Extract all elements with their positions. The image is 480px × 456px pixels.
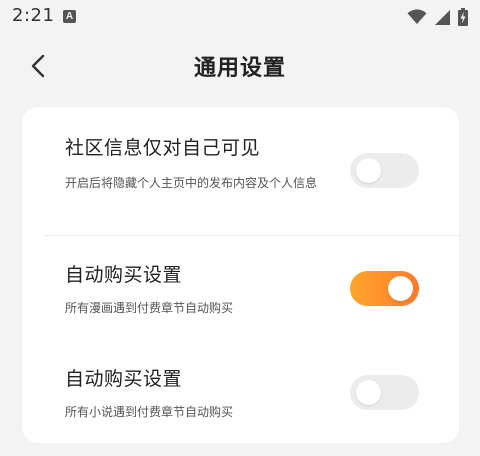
community-privacy-toggle[interactable]	[350, 153, 419, 188]
system-icons	[407, 7, 468, 27]
setting-title: 自动购买设置	[65, 264, 183, 286]
setting-description: 开启后将隐藏个人主页中的发布内容及个人信息	[65, 176, 318, 190]
status-bar: 2:21 A	[0, 0, 480, 34]
setting-auto-buy-comics: 自动购买设置 所有漫画遇到付费章节自动购买	[22, 236, 459, 340]
setting-title: 社区信息仅对自己可见	[65, 137, 261, 159]
toggle-knob	[356, 158, 381, 183]
battery-charging-icon	[458, 8, 468, 26]
setting-community-privacy: 社区信息仅对自己可见 开启后将隐藏个人主页中的发布内容及个人信息	[22, 107, 459, 235]
toggle-knob	[388, 276, 413, 301]
toggle-knob	[356, 380, 381, 405]
auto-buy-novels-toggle[interactable]	[350, 375, 419, 410]
setting-description: 所有小说遇到付费章节自动购买	[65, 405, 234, 419]
wifi-icon	[407, 9, 427, 24]
settings-card: 社区信息仅对自己可见 开启后将隐藏个人主页中的发布内容及个人信息 自动购买设置 …	[22, 107, 459, 443]
status-time: 2:21	[12, 5, 55, 26]
setting-description: 所有漫画遇到付费章节自动购买	[65, 301, 234, 315]
page-title: 通用设置	[193, 56, 286, 81]
signal-icon	[435, 9, 450, 25]
setting-title: 自动购买设置	[65, 368, 183, 390]
setting-auto-buy-novels: 自动购买设置 所有小说遇到付费章节自动购买	[22, 340, 459, 443]
notification-icon: A	[63, 10, 76, 23]
app-header: 通用设置	[0, 36, 480, 96]
auto-buy-comics-toggle[interactable]	[350, 271, 419, 306]
